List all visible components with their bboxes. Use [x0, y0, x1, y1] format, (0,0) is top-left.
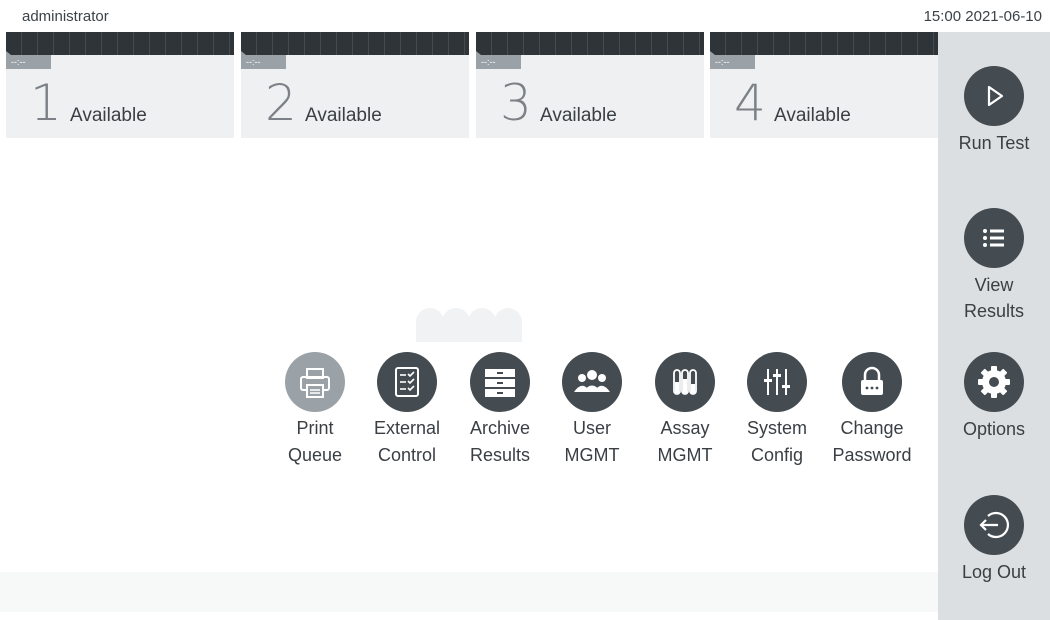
- view-results-label-line2: Results: [963, 301, 1025, 321]
- gear-icon: [964, 352, 1024, 412]
- tool-label-line1: External: [373, 418, 441, 438]
- tool-label-line1: Change: [840, 418, 904, 438]
- footer-band: [0, 572, 938, 612]
- module-bay-2[interactable]: --:-- 2 Available: [241, 32, 469, 138]
- bay-status: Available: [540, 105, 617, 126]
- bay-strip: [6, 32, 234, 55]
- date-time: 15:00 2021-06-10: [923, 8, 1042, 25]
- tool-label-line2: MGMT: [564, 445, 620, 465]
- bay-status: Available: [774, 105, 851, 126]
- log-out-label: Log Out: [961, 562, 1027, 582]
- printer-icon: [285, 352, 345, 412]
- tool-label-line2: Results: [469, 445, 531, 465]
- bay-status: Available: [305, 105, 382, 126]
- tool-label-line1: Print: [296, 418, 334, 438]
- run-test-button[interactable]: Run Test: [938, 66, 1050, 156]
- logged-in-user: administrator: [22, 8, 109, 25]
- user-mgmt-button[interactable]: User MGMT: [546, 352, 638, 469]
- system-config-button[interactable]: System Config: [731, 352, 823, 469]
- bay-strip: [241, 32, 469, 55]
- assay-mgmt-button[interactable]: Assay MGMT: [639, 352, 731, 469]
- bay-timer: --:--: [241, 51, 286, 69]
- tool-label-line1: System: [746, 418, 807, 438]
- options-button[interactable]: Options: [938, 352, 1050, 442]
- lock-icon: [842, 352, 902, 412]
- module-bay-1[interactable]: --:-- 1 Available: [6, 32, 234, 138]
- view-results-button[interactable]: View Results: [938, 208, 1050, 324]
- checklist-icon: [377, 352, 437, 412]
- bay-timer: --:--: [476, 51, 521, 69]
- top-bar: administrator 15:00 2021-06-10: [0, 0, 1050, 32]
- bay-strip: [476, 32, 704, 55]
- users-icon: [562, 352, 622, 412]
- log-out-button[interactable]: Log Out: [938, 495, 1050, 585]
- bay-number: 2: [265, 74, 297, 132]
- archive-results-button[interactable]: Archive Results: [454, 352, 546, 469]
- external-control-button[interactable]: External Control: [361, 352, 453, 469]
- right-sidebar: Run Test View Results Options Log Out: [938, 32, 1050, 620]
- bay-timer: --:--: [710, 51, 755, 69]
- tool-label-line1: User: [572, 418, 611, 438]
- run-test-label: Run Test: [958, 133, 1030, 153]
- module-bay-3[interactable]: --:-- 3 Available: [476, 32, 704, 138]
- bay-number: 3: [500, 74, 532, 132]
- bay-timer: --:--: [6, 51, 51, 69]
- bay-strip: [710, 32, 938, 55]
- play-icon: [964, 66, 1024, 126]
- module-bay-4[interactable]: --:-- 4 Available: [710, 32, 938, 138]
- tool-label-line2: Control: [377, 445, 437, 465]
- archive-icon: [470, 352, 530, 412]
- tool-label-line2: MGMT: [657, 445, 713, 465]
- bay-number: 4: [734, 74, 766, 132]
- logout-icon: [964, 495, 1024, 555]
- change-password-button[interactable]: Change Password: [826, 352, 918, 469]
- bay-status: Available: [70, 105, 147, 126]
- view-results-label-line1: View: [974, 275, 1014, 295]
- test-tubes-icon: [655, 352, 715, 412]
- tool-label-line2: Queue: [287, 445, 343, 465]
- tool-label-line1: Assay: [660, 418, 710, 438]
- tool-label-line2: Password: [832, 445, 912, 465]
- sliders-icon: [747, 352, 807, 412]
- tool-label-line1: Archive: [469, 418, 531, 438]
- bay-number: 1: [30, 74, 62, 132]
- tool-label-line2: Config: [750, 445, 804, 465]
- list-icon: [964, 208, 1024, 268]
- print-queue-button[interactable]: Print Queue: [269, 352, 361, 469]
- options-label: Options: [962, 419, 1026, 439]
